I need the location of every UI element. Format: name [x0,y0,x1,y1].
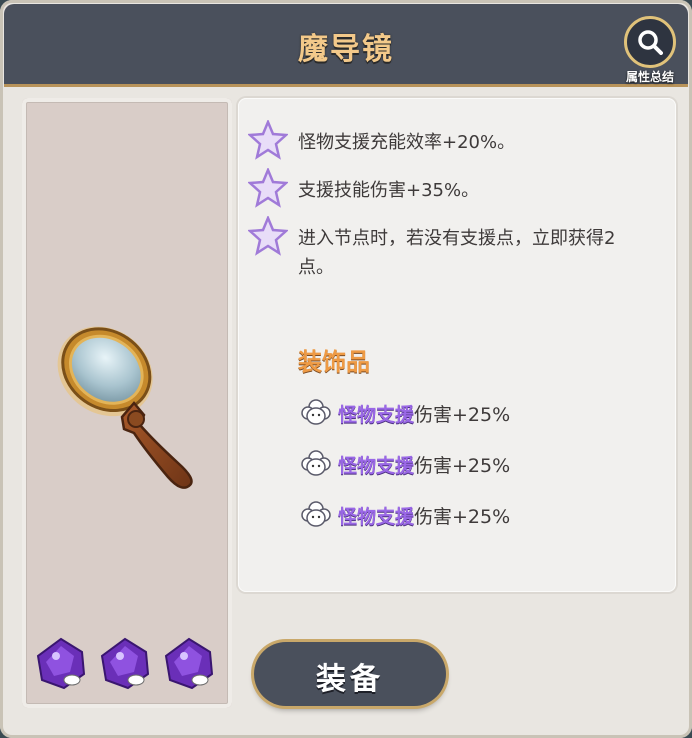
decoration-highlight: 怪物支援 [338,404,415,426]
decoration-effect: 伤害+25% [414,455,511,477]
equip-button-label: 装备 [316,662,384,697]
decoration-effect: 伤害+25% [414,404,511,426]
purple-gem-icon [164,637,214,690]
decoration-row: 怪物支援伤害+25% [300,449,600,479]
header-bar: 魔导镜 属性总结 [4,4,688,87]
star-icon [248,168,288,208]
equip-button[interactable]: 装备 [254,642,446,706]
purple-gem-icon [100,637,150,690]
sheep-icon [301,450,331,476]
star-icon [248,216,288,256]
item-preview-panel [22,98,232,708]
attribute-panel: 怪物支援充能效率+20%。 支援技能伤害+35%。 进入节点时，若没有支援点，立… [238,98,676,592]
decoration-text: 怪物支援伤害+25% [338,502,510,529]
decoration-text: 怪物支援伤害+25% [338,451,510,478]
decoration-text: 怪物支援伤害+25% [338,400,510,427]
magnifying-glass-icon [57,326,193,489]
sheep-icon [301,399,331,425]
search-icon [638,30,663,55]
attribute-text: 支援技能伤害+35%。 [298,180,480,201]
item-detail-window: 魔导镜 属性总结 怪物支援充能效率+20%。 支援技能伤害+35%。 进入节点时… [0,0,692,738]
decoration-row: 怪物支援伤害+25% [300,398,600,428]
sheep-icon [301,501,331,527]
star-icon [248,120,288,160]
purple-gem-icon [36,637,86,690]
attribute-text: 怪物支援充能效率+20%。 [298,132,516,153]
decoration-title: 装饰品 [298,348,370,376]
gem-slots [34,636,220,692]
decoration-row: 怪物支援伤害+25% [300,500,600,530]
summary-label: 属性总结 [625,70,674,84]
decoration-effect: 伤害+25% [414,506,511,528]
attribute-summary-button[interactable]: 属性总结 [618,14,682,84]
decoration-highlight: 怪物支援 [338,506,415,528]
summary-circle [624,16,676,68]
attribute-text: 进入节点时，若没有支援点，立即获得2点。 [298,228,616,278]
decoration-highlight: 怪物支援 [338,455,415,477]
item-title: 魔导镜 [298,32,394,67]
